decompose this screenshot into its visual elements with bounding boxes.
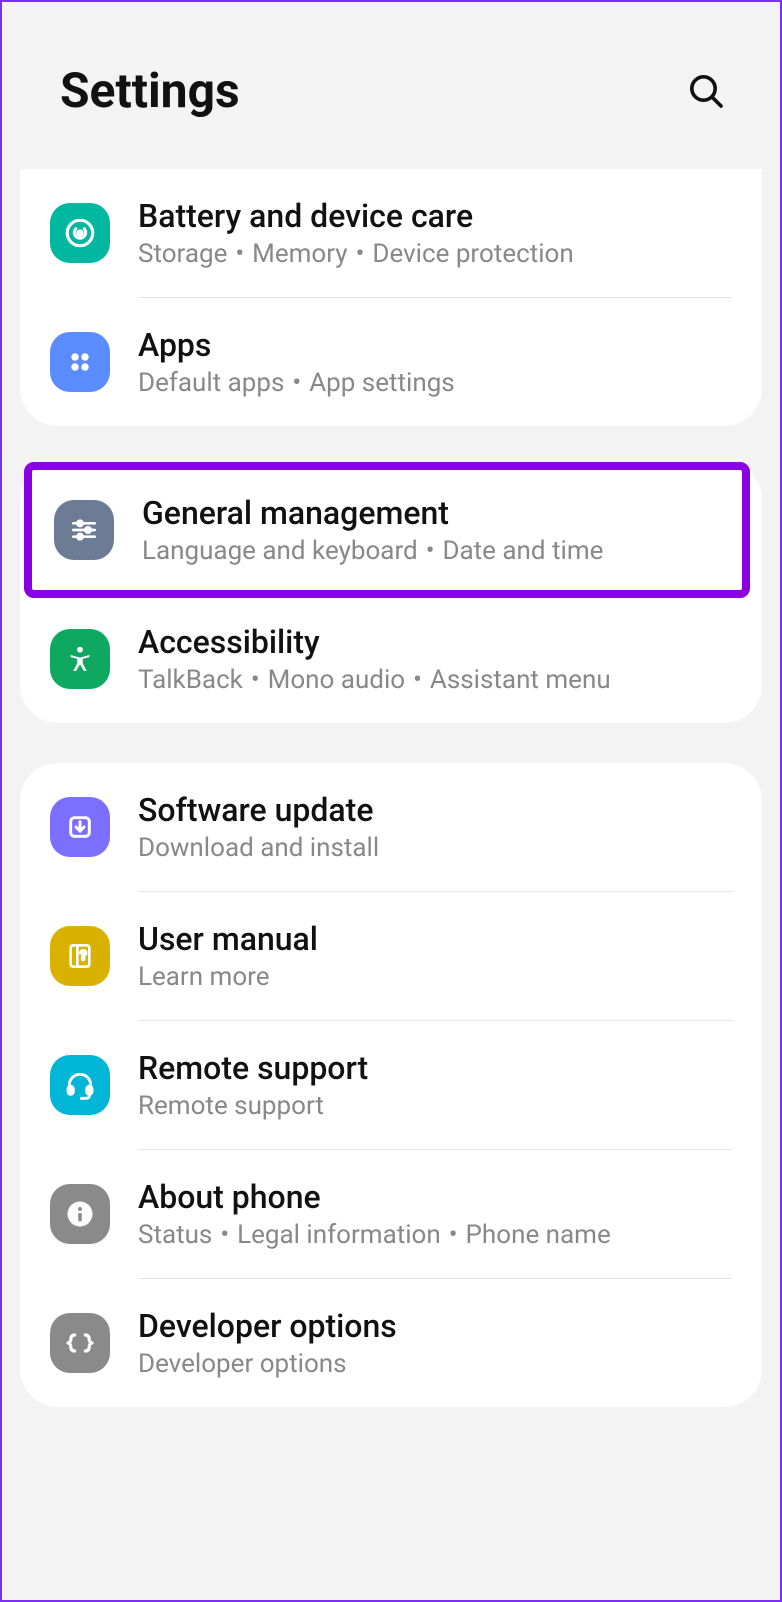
item-subtitle: Learn more	[138, 962, 732, 992]
accessibility-icon	[50, 629, 110, 689]
item-subtitle: Language and keyboard•Date and time	[142, 536, 720, 566]
search-icon	[686, 71, 726, 111]
item-text: User manual Learn more	[138, 920, 732, 992]
settings-item-accessibility[interactable]: Accessibility TalkBack•Mono audio•Assist…	[20, 595, 762, 723]
settings-item-developer-options[interactable]: Developer options Developer options	[20, 1279, 762, 1407]
item-title: Battery and device care	[138, 197, 732, 235]
item-text: General management Language and keyboard…	[142, 494, 720, 566]
item-title: Software update	[138, 791, 732, 829]
info-icon	[50, 1184, 110, 1244]
apps-icon	[50, 332, 110, 392]
item-title: Apps	[138, 326, 732, 364]
battery-care-icon	[50, 203, 110, 263]
settings-item-general-management[interactable]: General management Language and keyboard…	[24, 462, 750, 598]
header: Settings	[2, 2, 780, 169]
settings-item-apps[interactable]: Apps Default apps•App settings	[20, 298, 762, 426]
item-subtitle: Status•Legal information•Phone name	[138, 1220, 732, 1250]
headset-icon	[50, 1055, 110, 1115]
item-text: Apps Default apps•App settings	[138, 326, 732, 398]
settings-group: General management Language and keyboard…	[20, 462, 762, 723]
item-title: Accessibility	[138, 623, 732, 661]
item-subtitle: TalkBack•Mono audio•Assistant menu	[138, 665, 732, 695]
item-subtitle: Default apps•App settings	[138, 368, 732, 398]
settings-group: Battery and device care Storage•Memory•D…	[20, 169, 762, 426]
item-text: About phone Status•Legal information•Pho…	[138, 1178, 732, 1250]
search-button[interactable]	[682, 67, 730, 115]
item-title: Remote support	[138, 1049, 732, 1087]
settings-item-software-update[interactable]: Software update Download and install	[20, 763, 762, 891]
item-text: Battery and device care Storage•Memory•D…	[138, 197, 732, 269]
item-text: Software update Download and install	[138, 791, 732, 863]
item-subtitle: Developer options	[138, 1349, 732, 1379]
update-icon	[50, 797, 110, 857]
settings-group: Software update Download and install ? U…	[20, 763, 762, 1407]
settings-item-remote-support[interactable]: Remote support Remote support	[20, 1021, 762, 1149]
manual-icon: ?	[50, 926, 110, 986]
item-title: User manual	[138, 920, 732, 958]
item-title: General management	[142, 494, 720, 532]
item-text: Accessibility TalkBack•Mono audio•Assist…	[138, 623, 732, 695]
item-subtitle: Remote support	[138, 1091, 732, 1121]
item-title: Developer options	[138, 1307, 732, 1345]
dev-icon	[50, 1313, 110, 1373]
item-title: About phone	[138, 1178, 732, 1216]
settings-item-battery-and-device-care[interactable]: Battery and device care Storage•Memory•D…	[20, 169, 762, 297]
settings-item-about-phone[interactable]: About phone Status•Legal information•Pho…	[20, 1150, 762, 1278]
page-title: Settings	[60, 62, 240, 119]
item-text: Developer options Developer options	[138, 1307, 732, 1379]
item-subtitle: Download and install	[138, 833, 732, 863]
settings-item-user-manual[interactable]: ? User manual Learn more	[20, 892, 762, 1020]
item-text: Remote support Remote support	[138, 1049, 732, 1121]
item-subtitle: Storage•Memory•Device protection	[138, 239, 732, 269]
svg-text:?: ?	[80, 949, 87, 964]
sliders-icon	[54, 500, 114, 560]
